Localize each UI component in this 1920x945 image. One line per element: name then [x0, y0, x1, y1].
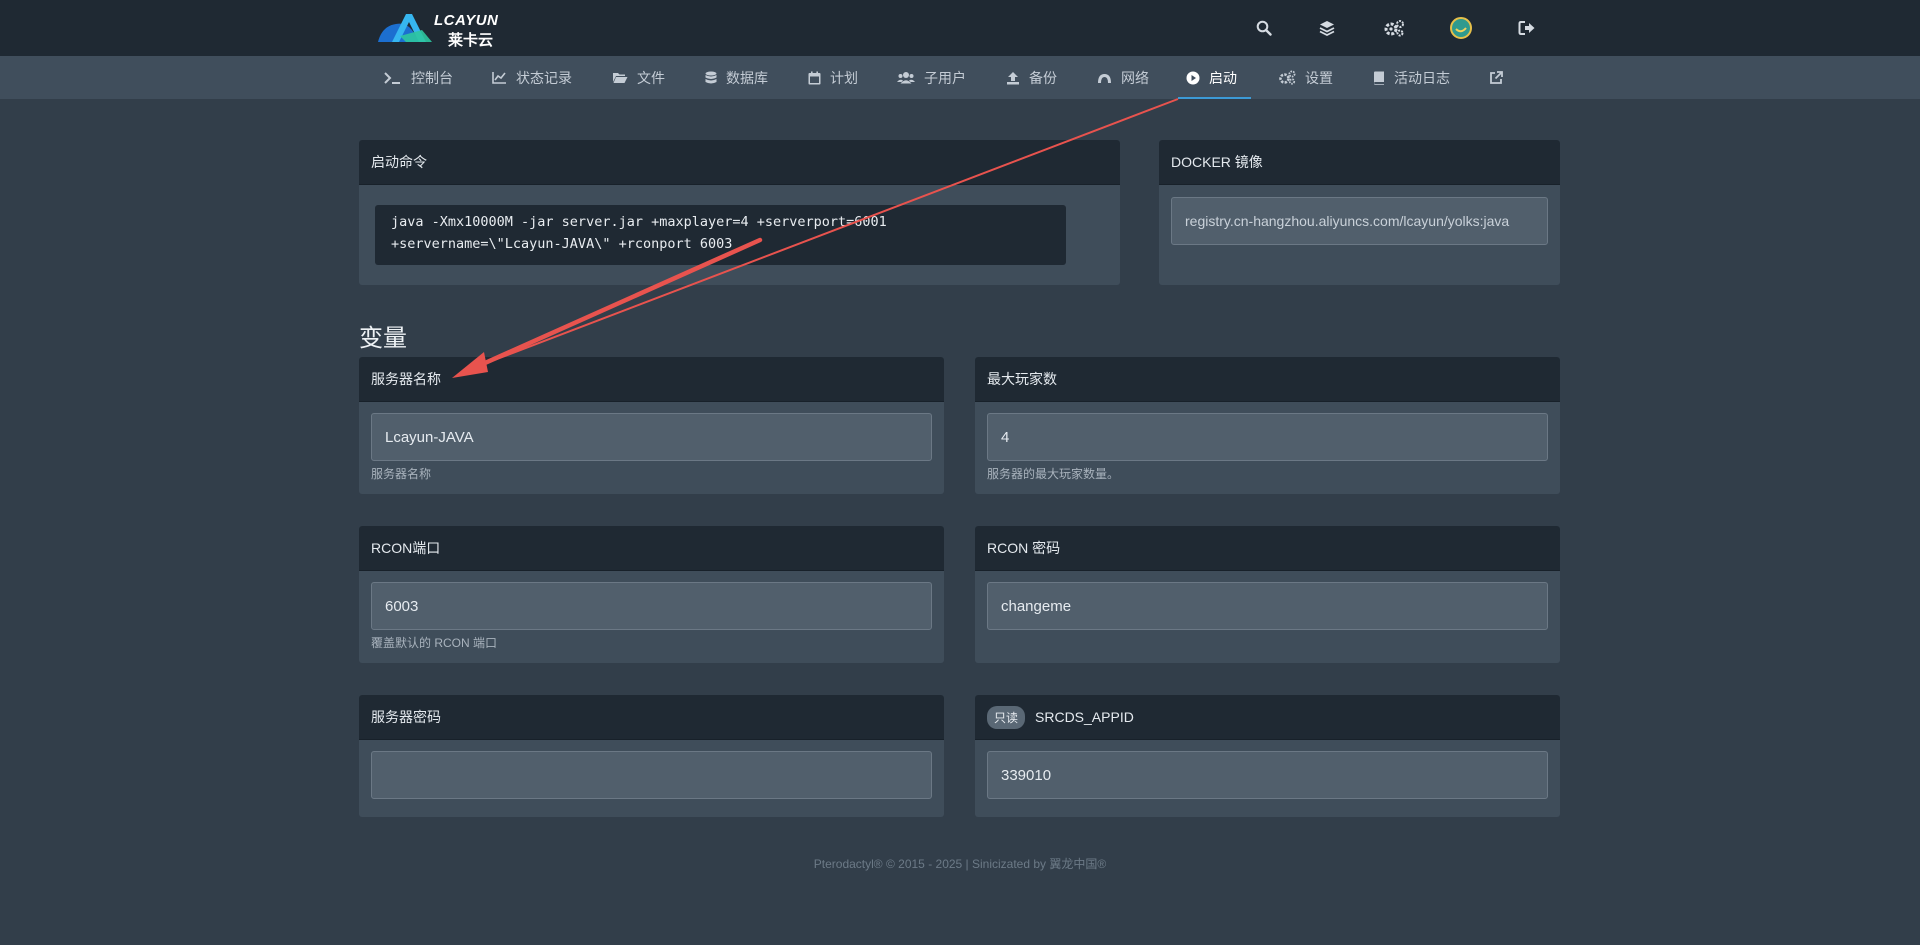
- startup-command-box: java -Xmx10000M -jar server.jar +maxplay…: [375, 205, 1066, 265]
- rcon-port-label: RCON端口: [359, 526, 944, 571]
- tab-backups[interactable]: 备份: [1006, 56, 1057, 99]
- tab-console-label: 控制台: [411, 69, 453, 86]
- tab-startup[interactable]: 启动: [1178, 56, 1251, 99]
- max-players-label: 最大玩家数: [975, 357, 1560, 402]
- srcds-appid-header: 只读 SRCDS_APPID: [975, 695, 1560, 740]
- startup-command-line-2: +servername=\"Lcayun-JAVA\" +rconport 60…: [391, 236, 733, 252]
- users-icon: [897, 72, 915, 84]
- server-password-input[interactable]: [371, 751, 932, 799]
- rcon-password-input[interactable]: changeme: [987, 582, 1548, 630]
- tab-files-label: 文件: [637, 69, 665, 86]
- user-avatar[interactable]: [1447, 14, 1475, 42]
- play-circle-icon: [1186, 71, 1200, 84]
- tab-activity-label: 活动日志: [1394, 69, 1450, 86]
- brand-name-chinese: 莱卡云: [448, 32, 494, 49]
- max-players-hint: 服务器的最大玩家数量。: [987, 467, 1120, 481]
- variable-card-server-password: 服务器密码: [359, 695, 944, 817]
- variable-card-max-players: 最大玩家数 4 服务器的最大玩家数量。: [975, 357, 1560, 494]
- rcon-password-label: RCON 密码: [975, 526, 1560, 571]
- variable-card-server-name: 服务器名称 Lcayun-JAVA 服务器名称: [359, 357, 944, 494]
- top-bar: LCAYUN 莱卡云: [0, 0, 1920, 56]
- variables-heading: 变量: [359, 325, 407, 352]
- database-icon: [705, 71, 717, 83]
- tab-databases-label: 数据库: [726, 69, 768, 86]
- docker-image-title: DOCKER 镜像: [1159, 140, 1560, 185]
- tab-users[interactable]: 子用户: [897, 56, 966, 99]
- brand-logo[interactable]: LCAYUN 莱卡云: [376, 10, 512, 49]
- tab-stats-label: 状态记录: [516, 69, 572, 86]
- variable-card-srcds-appid: 只读 SRCDS_APPID 339010: [975, 695, 1560, 817]
- tab-startup-label: 启动: [1209, 69, 1237, 86]
- tab-files[interactable]: 文件: [612, 56, 665, 99]
- tab-console[interactable]: 控制台: [384, 56, 453, 99]
- variable-card-rcon-password: RCON 密码 changeme: [975, 526, 1560, 663]
- tab-backups-label: 备份: [1029, 69, 1057, 86]
- docker-image-field[interactable]: registry.cn-hangzhou.aliyuncs.com/lcayun…: [1171, 197, 1548, 245]
- tab-settings-label: 设置: [1305, 69, 1333, 86]
- server-name-label: 服务器名称: [359, 357, 944, 402]
- docker-image-card: DOCKER 镜像 registry.cn-hangzhou.aliyuncs.…: [1159, 140, 1560, 285]
- footer-copyright: Pterodactyl® © 2015 - 2025 | Sinicizated…: [813, 857, 1107, 871]
- tab-activity[interactable]: 活动日志: [1373, 56, 1450, 99]
- tab-schedules[interactable]: 计划: [808, 56, 858, 99]
- srcds-appid-label: SRCDS_APPID: [1035, 709, 1134, 725]
- variable-card-rcon-port: RCON端口 6003 覆盖默认的 RCON 端口: [359, 526, 944, 663]
- tab-users-label: 子用户: [924, 69, 966, 86]
- network-wired-icon: [1098, 73, 1111, 83]
- startup-command-line-1: java -Xmx10000M -jar server.jar +maxplay…: [391, 214, 887, 230]
- upload-icon: [1007, 71, 1019, 84]
- tab-databases[interactable]: 数据库: [705, 56, 768, 99]
- max-players-input[interactable]: 4: [987, 413, 1548, 461]
- tab-settings[interactable]: 设置: [1278, 56, 1333, 99]
- server-name-hint: 服务器名称: [371, 467, 432, 481]
- terminal-icon: [384, 71, 400, 84]
- tab-network-label: 网络: [1121, 69, 1149, 86]
- external-link-icon[interactable]: [1489, 56, 1512, 99]
- startup-command-title: 启动命令: [359, 140, 1120, 185]
- tab-schedules-label: 计划: [830, 69, 858, 86]
- tab-stats[interactable]: 状态记录: [492, 56, 572, 99]
- read-only-badge: 只读: [987, 705, 1026, 729]
- server-subnav: 控制台 状态记录 文件 数据库 计划 子用户 备份 网络 启动 设置 活动日志: [0, 56, 1920, 99]
- server-password-label: 服务器密码: [359, 695, 944, 740]
- layers-icon[interactable]: [1313, 14, 1341, 42]
- server-name-input[interactable]: Lcayun-JAVA: [371, 413, 932, 461]
- settings-cogs-icon: [1279, 70, 1296, 85]
- book-icon: [1374, 71, 1384, 85]
- line-chart-icon: [492, 72, 506, 84]
- logout-icon[interactable]: [1513, 14, 1541, 42]
- brand-name-latin: LCAYUN: [434, 12, 499, 29]
- srcds-appid-input: 339010: [987, 751, 1548, 799]
- search-icon[interactable]: [1250, 14, 1278, 42]
- tab-network[interactable]: 网络: [1097, 56, 1149, 99]
- cogs-icon[interactable]: [1380, 14, 1408, 42]
- folder-open-icon: [613, 73, 628, 83]
- rcon-port-hint: 覆盖默认的 RCON 端口: [371, 636, 498, 650]
- calendar-icon: [808, 71, 821, 84]
- startup-command-card: 启动命令 java -Xmx10000M -jar server.jar +ma…: [359, 140, 1120, 285]
- rcon-port-input[interactable]: 6003: [371, 582, 932, 630]
